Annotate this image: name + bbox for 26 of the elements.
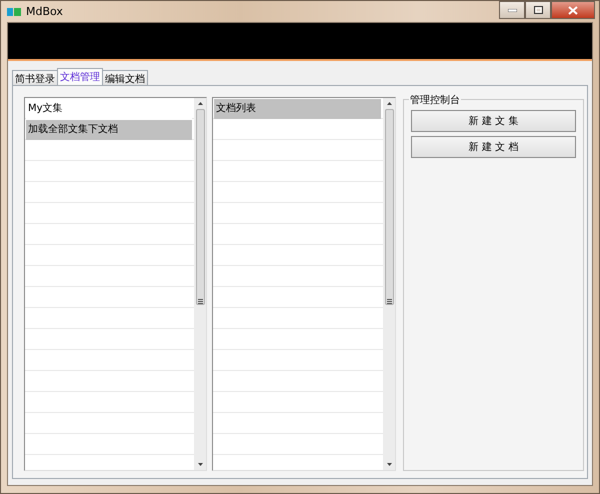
minimize-button[interactable] <box>499 1 525 19</box>
close-button[interactable] <box>551 1 595 19</box>
minimize-icon <box>508 8 516 12</box>
close-icon <box>568 6 578 14</box>
tab[interactable]: 文档管理 <box>57 68 103 85</box>
list-item[interactable]: 文档列表 <box>214 99 381 119</box>
scroll-thumb[interactable] <box>196 109 204 305</box>
action-button[interactable]: 新 建 文 档 <box>411 136 576 158</box>
app-logo-icon <box>7 6 21 16</box>
scroll-thumb[interactable] <box>384 109 394 305</box>
group-title: 管理控制台 <box>409 93 461 107</box>
list-item[interactable]: 加载全部文集下文档 <box>26 120 192 140</box>
tab[interactable]: 编辑文档 <box>102 70 148 85</box>
maximize-button[interactable] <box>525 1 551 19</box>
scroll-down-icon <box>386 463 392 466</box>
maximize-icon <box>534 6 542 14</box>
scroll-up-icon <box>386 102 392 105</box>
grip-icon <box>386 299 392 304</box>
action-button[interactable]: 新 建 文 集 <box>411 110 576 132</box>
scroll-up-icon <box>198 102 202 105</box>
scroll-down-icon <box>198 463 202 466</box>
tab[interactable]: 简书登录 <box>12 70 58 85</box>
scrollbar[interactable] <box>383 98 395 470</box>
scrollbar[interactable] <box>194 98 206 470</box>
window-title: MdBox <box>26 5 63 18</box>
grip-icon <box>198 299 202 304</box>
